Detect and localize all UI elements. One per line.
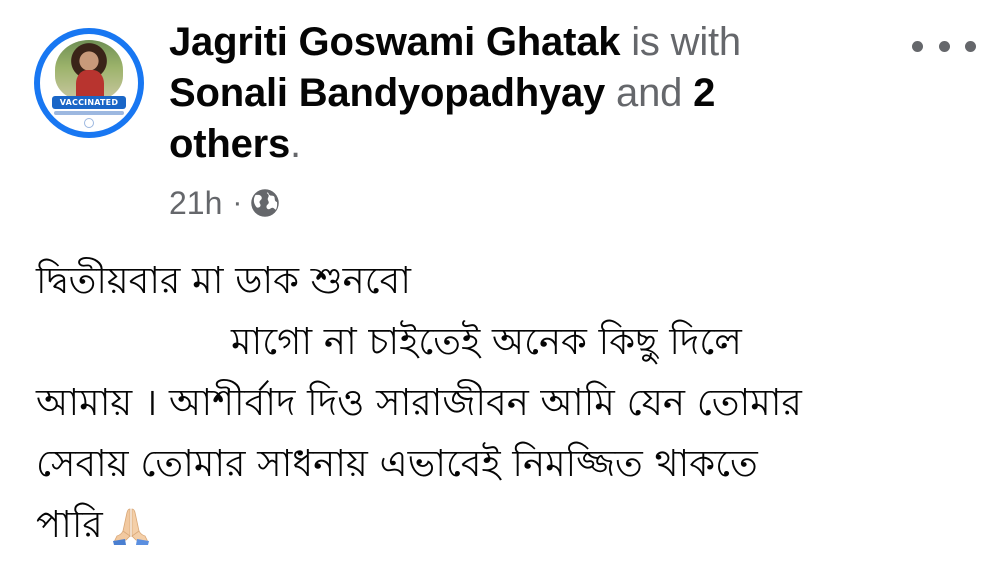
content-line: আমায় । আশীর্বাদ দিও সারাজীবন আমি যেন তো… (36, 381, 802, 424)
header-period: . (290, 122, 301, 166)
content-line-last: পারি (36, 494, 976, 555)
more-dot (912, 40, 923, 52)
post-content: দ্বিতীয়বার মা ডাক শুনবো মাগো না চাইতেই … (36, 250, 976, 555)
frame-subtext (54, 111, 124, 115)
more-dot (938, 40, 950, 52)
facebook-post: VACCINATED Jagriti Goswami Ghatak is wit… (0, 0, 1000, 572)
globe-icon[interactable] (250, 188, 280, 218)
more-options-icon[interactable] (912, 28, 976, 64)
and-text: and (616, 71, 683, 115)
content-line: দ্বিতীয়বার মা ডাক শুনবো (36, 259, 411, 302)
post-meta: 21h · (169, 181, 280, 225)
vaccinated-frame-badge: VACCINATED (52, 96, 126, 109)
author-avatar[interactable]: VACCINATED (34, 28, 144, 138)
post-timestamp[interactable]: 21h (169, 185, 222, 222)
more-dot (965, 40, 976, 52)
content-line-text: পারি (36, 503, 103, 546)
avatar-image: VACCINATED (40, 34, 138, 132)
tagged-person-link[interactable]: Sonali Bandyopadhyay (169, 71, 605, 115)
post-header: Jagriti Goswami Ghatak is with Sonali Ba… (169, 17, 869, 170)
frame-logo (84, 118, 94, 128)
author-name-link[interactable]: Jagriti Goswami Ghatak (169, 20, 621, 64)
others-link-number[interactable]: 2 (693, 71, 715, 115)
meta-separator: · (232, 186, 243, 219)
folded-hands-emoji (112, 508, 149, 545)
content-line: সেবায় তোমার সাধনায় এভাবেই নিমজ্জিত থাক… (36, 442, 758, 485)
others-link[interactable]: others (169, 122, 290, 166)
content-line: মাগো না চাইতেই অনেক কিছু দিলে (231, 320, 742, 363)
with-text: is with (631, 20, 741, 64)
